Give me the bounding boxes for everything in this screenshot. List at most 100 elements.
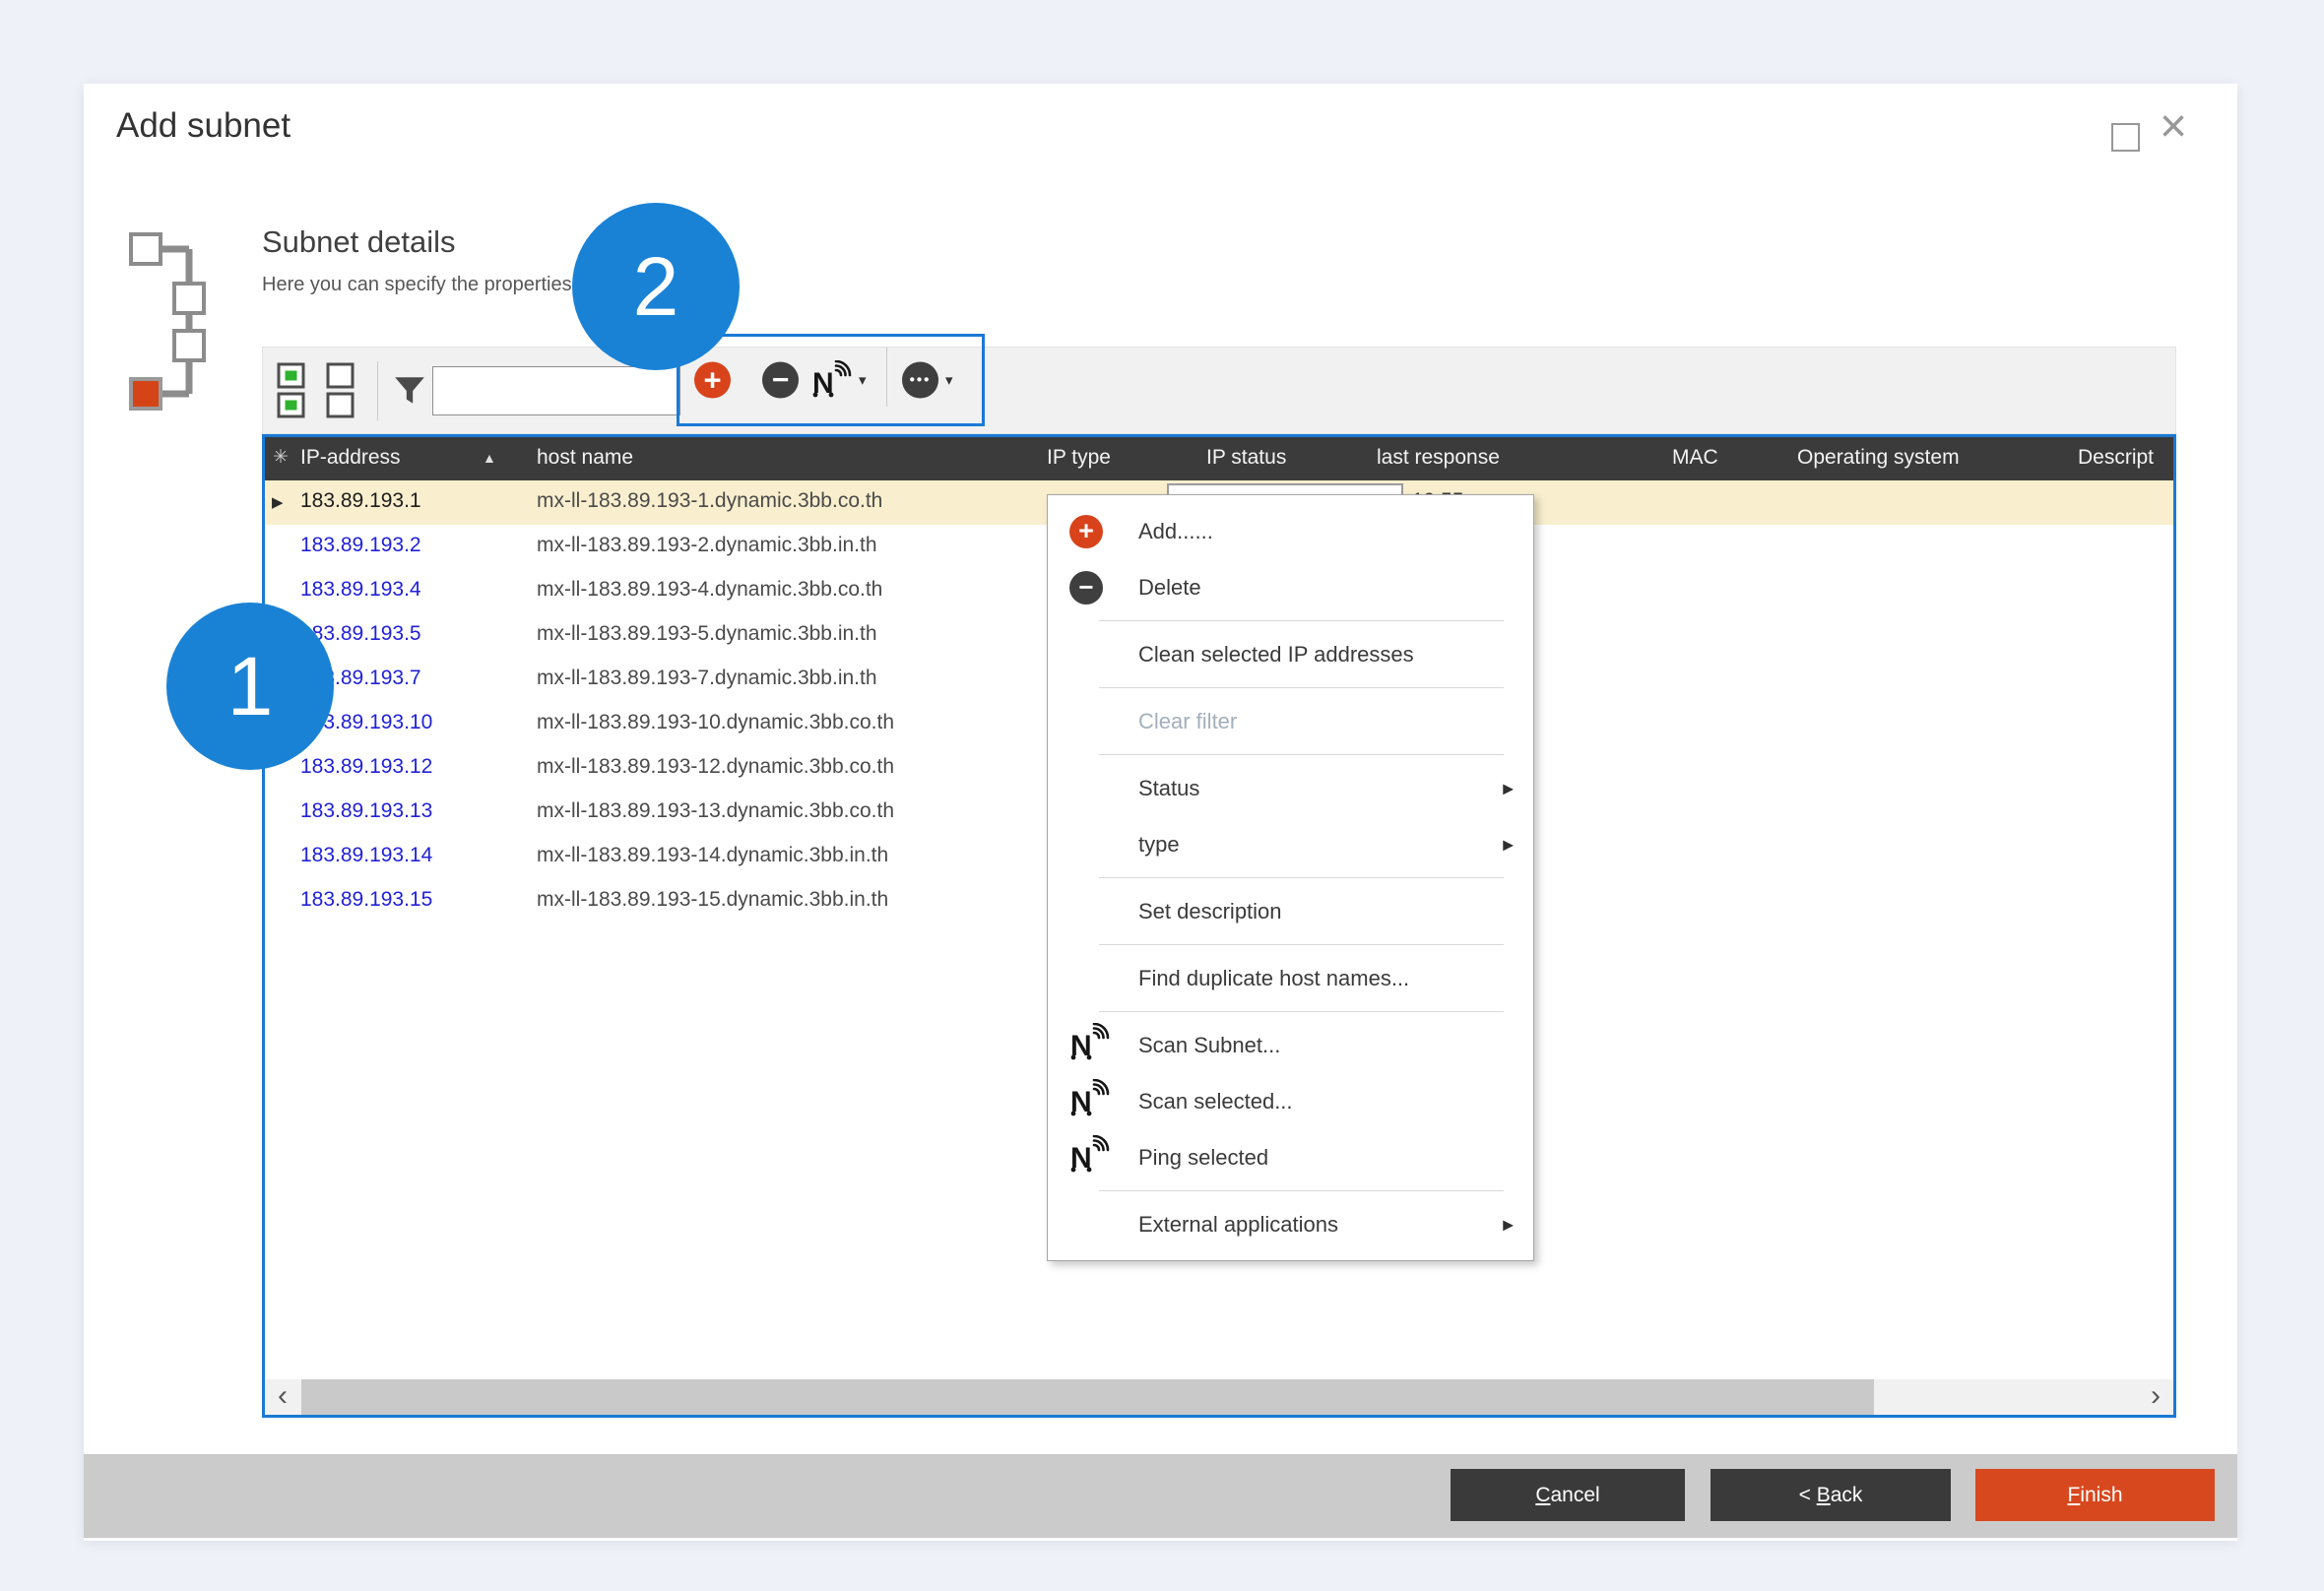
column-header-description[interactable]: Descript [2078, 446, 2154, 470]
menu-item-clear-filter: Clear filter [1048, 693, 1533, 749]
filter-input[interactable] [432, 366, 680, 415]
cell-ip-address[interactable]: 183.89.193.14 [300, 844, 432, 867]
add-subnet-dialog: Add subnet × Subnet details Here you can… [84, 84, 2237, 1541]
back-button[interactable]: < Back [1711, 1469, 1951, 1521]
cell-host-name: mx-ll-183.89.193-12.dynamic.3bb.co.th [537, 755, 894, 779]
menu-item-label: type [1138, 832, 1180, 858]
menu-separator [1099, 944, 1504, 945]
current-row-marker-icon: ▶ [272, 493, 284, 511]
menu-separator [1099, 877, 1504, 878]
menu-item-set-description[interactable]: Set description [1048, 883, 1533, 939]
scan-dropdown-caret-icon[interactable]: ▾ [859, 371, 867, 389]
add-icon: + [1069, 515, 1103, 548]
cell-host-name: mx-ll-183.89.193-4.dynamic.3bb.co.th [537, 578, 882, 602]
menu-item-clean-selected-ip-addresses[interactable]: Clean selected IP addresses [1048, 626, 1533, 682]
menu-item-add[interactable]: + Add...... [1048, 503, 1533, 559]
table-toolbar [262, 347, 2176, 434]
sort-ascending-icon[interactable]: ▲ [483, 450, 496, 466]
menu-item-label: Clean selected IP addresses [1138, 642, 1414, 668]
minus-icon: − [772, 363, 790, 397]
dialog-title: Add subnet [116, 106, 290, 146]
scan-icon [1069, 1023, 1111, 1068]
menu-separator [1099, 754, 1504, 755]
column-header-ip-status[interactable]: IP status [1206, 446, 1286, 470]
cell-ip-address[interactable]: 183.89.193.15 [300, 888, 432, 912]
footer-bar: Cancel < Back Finish [84, 1454, 2237, 1538]
maximize-icon[interactable] [2111, 123, 2140, 152]
close-icon[interactable]: × [2160, 103, 2187, 151]
cell-host-name: mx-ll-183.89.193-5.dynamic.3bb.in.th [537, 622, 877, 646]
cell-host-name: mx-ll-183.89.193-14.dynamic.3bb.in.th [537, 844, 888, 867]
menu-item-label: Scan selected... [1138, 1089, 1293, 1114]
menu-item-label: External applications [1138, 1212, 1338, 1238]
menu-item-label: Clear filter [1138, 709, 1237, 734]
cell-host-name: mx-ll-183.89.193-15.dynamic.3bb.in.th [537, 888, 888, 912]
menu-item-scan-subnet[interactable]: Scan Subnet... [1048, 1017, 1533, 1073]
menu-separator [1099, 620, 1504, 621]
toolbar-highlight-outline: + − ▾ ••• ▾ [677, 334, 985, 426]
cell-ip-address[interactable]: 183.89.193.12 [300, 755, 432, 779]
more-dropdown-caret-icon[interactable]: ▾ [945, 371, 953, 389]
show-online-toggle-icon[interactable] [277, 362, 306, 419]
column-header-host-name[interactable]: host name [537, 446, 633, 470]
more-actions-button[interactable]: ••• [902, 362, 938, 399]
context-menu: + Add...... − Delete Clean selected IP addre… [1047, 494, 1534, 1261]
row-marker-column-icon: ✳ [273, 446, 289, 469]
step-title: Subnet details [262, 224, 455, 260]
cancel-button[interactable]: Cancel [1451, 1469, 1685, 1521]
column-header-mac[interactable]: MAC [1672, 446, 1718, 470]
scroll-left-icon[interactable]: ‹ [265, 1379, 300, 1415]
scrollbar-thumb[interactable] [301, 1379, 1874, 1415]
cell-host-name: mx-ll-183.89.193-10.dynamic.3bb.co.th [537, 711, 894, 734]
show-all-toggle-icon[interactable] [326, 362, 355, 419]
submenu-arrow-icon: ▶ [1503, 836, 1514, 853]
cell-ip-address[interactable]: 183.89.193.2 [300, 534, 421, 557]
menu-item-label: Set description [1138, 899, 1282, 924]
menu-separator [1099, 687, 1504, 688]
menu-item-ping-selected[interactable]: Ping selected [1048, 1129, 1533, 1185]
menu-separator [1099, 1011, 1504, 1012]
delete-icon: − [1069, 571, 1103, 605]
cell-host-name: mx-ll-183.89.193-2.dynamic.3bb.in.th [537, 534, 877, 557]
cell-host-name: mx-ll-183.89.193-13.dynamic.3bb.co.th [537, 799, 894, 823]
annotation-callout-2: 2 [572, 203, 740, 370]
submenu-arrow-icon: ▶ [1503, 780, 1514, 796]
column-header-last-response[interactable]: last response [1377, 446, 1500, 470]
scroll-right-icon[interactable]: › [2138, 1379, 2173, 1415]
ellipsis-icon: ••• [910, 372, 932, 389]
menu-item-status[interactable]: Status ▶ [1048, 760, 1533, 816]
menu-item-label: Scan Subnet... [1138, 1033, 1280, 1058]
cell-host-name: mx-ll-183.89.193-7.dynamic.3bb.in.th [537, 667, 877, 690]
submenu-arrow-icon: ▶ [1503, 1216, 1514, 1233]
delete-ip-button[interactable]: − [762, 362, 799, 399]
menu-item-scan-selected[interactable]: Scan selected... [1048, 1073, 1533, 1129]
wizard-step-graphic [123, 229, 217, 426]
menu-item-label: Status [1138, 776, 1199, 801]
cell-ip-address[interactable]: 183.89.193.13 [300, 799, 432, 823]
add-ip-button[interactable]: + [694, 362, 731, 399]
scan-icon [1069, 1135, 1111, 1180]
finish-button[interactable]: Finish [1975, 1469, 2215, 1521]
menu-item-type[interactable]: type ▶ [1048, 816, 1533, 872]
column-header-operating-system[interactable]: Operating system [1797, 446, 1960, 470]
table-header: ✳ IP-address ▲ host name IP type IP stat… [265, 437, 2173, 480]
menu-separator [1099, 1190, 1504, 1191]
horizontal-scrollbar[interactable]: ‹ › [265, 1379, 2173, 1415]
cell-ip-address[interactable]: 183.89.193.1 [300, 489, 421, 513]
scan-icon[interactable] [811, 360, 853, 400]
filter-icon[interactable] [392, 373, 427, 409]
menu-item-label: Find duplicate host names... [1138, 966, 1409, 991]
toolbar-separator [377, 361, 378, 420]
menu-item-label: Add...... [1138, 519, 1213, 544]
cell-host-name: mx-ll-183.89.193-1.dynamic.3bb.co.th [537, 489, 882, 513]
column-header-ip-address[interactable]: IP-address [300, 446, 401, 470]
menu-item-label: Ping selected [1138, 1145, 1268, 1171]
menu-item-delete[interactable]: − Delete [1048, 559, 1533, 615]
menu-item-find-duplicate-host-names[interactable]: Find duplicate host names... [1048, 950, 1533, 1006]
menu-item-label: Delete [1138, 575, 1201, 601]
plus-icon: + [703, 362, 721, 398]
menu-item-external-applications[interactable]: External applications ▶ [1048, 1196, 1533, 1252]
cell-ip-address[interactable]: 183.89.193.4 [300, 578, 421, 602]
column-header-ip-type[interactable]: IP type [1047, 446, 1111, 470]
annotation-callout-1: 1 [166, 603, 334, 770]
